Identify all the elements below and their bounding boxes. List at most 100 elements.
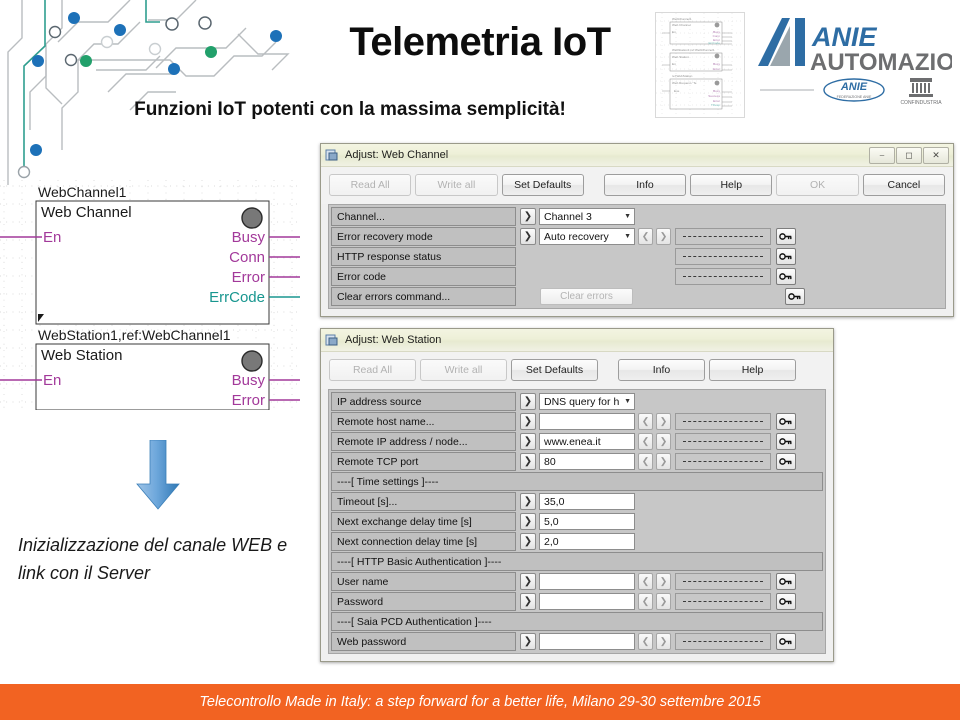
- close-icon[interactable]: ✕: [923, 146, 949, 164]
- param-value-field[interactable]: 80: [539, 453, 635, 470]
- param-value-field[interactable]: [539, 413, 635, 430]
- param-value-field[interactable]: 35,0: [539, 493, 635, 510]
- param-next-button[interactable]: ❯: [656, 433, 671, 450]
- param-label: Clear errors command...: [331, 287, 516, 306]
- key-icon[interactable]: [785, 288, 805, 305]
- param-next-button[interactable]: ❯: [656, 633, 671, 650]
- param-prev-button[interactable]: ❮: [638, 433, 653, 450]
- param-next-button[interactable]: ❯: [656, 573, 671, 590]
- param-prev-button[interactable]: ❮: [638, 593, 653, 610]
- param-value-field[interactable]: [539, 573, 635, 590]
- param-expand-button[interactable]: ❯: [520, 593, 536, 610]
- key-icon[interactable]: [776, 633, 796, 650]
- param-expand-button[interactable]: ❯: [520, 453, 536, 470]
- parameter-row[interactable]: Password ❯ ❮ ❯: [331, 592, 823, 611]
- parameter-row[interactable]: Timeout [s]... ❯ 35,0: [331, 492, 823, 511]
- help-button[interactable]: Help: [709, 359, 796, 381]
- maximize-icon[interactable]: ◻: [896, 146, 922, 164]
- param-select[interactable]: DNS query for h ▼: [539, 393, 635, 410]
- param-value-field[interactable]: 5,0: [539, 513, 635, 530]
- parameter-row[interactable]: IP address source ❯ DNS query for h ▼: [331, 392, 823, 411]
- key-icon[interactable]: [776, 268, 796, 285]
- param-expand-button[interactable]: ❯: [520, 433, 536, 450]
- param-expand-button[interactable]: ❯: [520, 208, 536, 225]
- parameter-row[interactable]: User name ❯ ❮ ❯: [331, 572, 823, 591]
- dialog1-toolbar[interactable]: Read All Write all Set Defaults Info Hel…: [321, 167, 953, 204]
- param-prev-button[interactable]: ❮: [638, 453, 653, 470]
- write-all-button[interactable]: Write all: [420, 359, 507, 381]
- param-label: Error recovery mode: [331, 227, 516, 246]
- svg-text:Busy: Busy: [713, 62, 720, 66]
- param-prev-button[interactable]: ❮: [638, 573, 653, 590]
- param-next-button[interactable]: ❯: [656, 453, 671, 470]
- write-all-button[interactable]: Write all: [415, 174, 498, 196]
- minimize-icon[interactable]: ⎯: [869, 146, 895, 164]
- param-expand-button[interactable]: ❯: [520, 573, 536, 590]
- read-all-button[interactable]: Read All: [329, 174, 412, 196]
- param-expand-button[interactable]: ❯: [520, 533, 536, 550]
- key-icon[interactable]: [776, 453, 796, 470]
- dialog1-titlebar[interactable]: Adjust: Web Channel ⎯ ◻ ✕: [321, 144, 953, 167]
- parameter-row[interactable]: Remote TCP port ❯ 80 ❮ ❯: [331, 452, 823, 471]
- param-label: User name: [331, 572, 516, 591]
- svg-text:Conn: Conn: [229, 249, 265, 266]
- parameter-row[interactable]: Next connection delay time [s] ❯ 2,0: [331, 532, 823, 551]
- param-expand-button[interactable]: ❯: [520, 513, 536, 530]
- ok-button[interactable]: OK: [776, 174, 859, 196]
- parameter-row[interactable]: Next exchange delay time [s] ❯ 5,0: [331, 512, 823, 531]
- dialog-window-icon: [325, 149, 338, 161]
- param-next-button[interactable]: ❯: [656, 228, 671, 245]
- info-button[interactable]: Info: [603, 174, 687, 196]
- param-next-button[interactable]: ❯: [656, 593, 671, 610]
- key-icon[interactable]: [776, 228, 796, 245]
- fbd-diagram: WebChannel1 Web Channel En Busy Conn Err…: [0, 180, 300, 410]
- param-select[interactable]: Auto recovery ▼: [539, 228, 635, 245]
- dialog1-window-buttons[interactable]: ⎯ ◻ ✕: [869, 146, 949, 164]
- set-defaults-button[interactable]: Set Defaults: [501, 174, 584, 196]
- section-label: ----[ HTTP Basic Authentication ]----: [331, 552, 823, 571]
- param-expand-button[interactable]: ❯: [520, 633, 536, 650]
- info-button[interactable]: Info: [618, 359, 705, 381]
- param-label: HTTP response status: [331, 247, 516, 266]
- param-symbol-box: [675, 248, 771, 265]
- cancel-button[interactable]: Cancel: [862, 174, 945, 196]
- param-prev-button[interactable]: ❮: [638, 413, 653, 430]
- parameter-row[interactable]: Channel... ❯ Channel 3 ▼: [331, 207, 943, 226]
- svg-text:AUTOMAZIONE: AUTOMAZIONE: [810, 49, 952, 76]
- parameter-row[interactable]: HTTP response status: [331, 247, 943, 266]
- param-expand-button[interactable]: ❯: [520, 493, 536, 510]
- key-icon[interactable]: [776, 573, 796, 590]
- param-expand-button[interactable]: ❯: [520, 393, 536, 410]
- dialog2-toolbar[interactable]: Read All Write all Set Defaults Info Hel…: [321, 352, 833, 389]
- param-value-field[interactable]: www.enea.it: [539, 433, 635, 450]
- parameter-row[interactable]: Remote IP address / node... ❯ www.enea.i…: [331, 432, 823, 451]
- param-next-button[interactable]: ❯: [656, 413, 671, 430]
- param-select[interactable]: Channel 3 ▼: [539, 208, 635, 225]
- param-label: Next exchange delay time [s]: [331, 512, 516, 531]
- adjust-web-channel-dialog[interactable]: Adjust: Web Channel ⎯ ◻ ✕ Read All Write…: [320, 143, 954, 317]
- param-expand-button[interactable]: ❯: [520, 228, 536, 245]
- param-value-field[interactable]: [539, 633, 635, 650]
- parameter-row[interactable]: Web password ❯ ❮ ❯: [331, 632, 823, 651]
- parameter-row[interactable]: Error recovery mode ❯ Auto recovery ▼ ❮ …: [331, 227, 943, 246]
- key-icon[interactable]: [776, 413, 796, 430]
- param-value-field[interactable]: 2,0: [539, 533, 635, 550]
- param-expand-button[interactable]: ❯: [520, 413, 536, 430]
- adjust-web-station-dialog[interactable]: Adjust: Web Station Read All Write all S…: [320, 328, 834, 662]
- param-prev-button[interactable]: ❮: [638, 633, 653, 650]
- clear-errors-button[interactable]: Clear errors: [540, 288, 633, 305]
- dialog2-titlebar[interactable]: Adjust: Web Station: [321, 329, 833, 352]
- set-defaults-button[interactable]: Set Defaults: [511, 359, 598, 381]
- parameter-row[interactable]: Error code: [331, 267, 943, 286]
- param-prev-button[interactable]: ❮: [638, 228, 653, 245]
- help-button[interactable]: Help: [690, 174, 773, 196]
- down-arrow-icon: [136, 440, 180, 510]
- key-icon[interactable]: [776, 248, 796, 265]
- key-icon[interactable]: [776, 433, 796, 450]
- key-icon[interactable]: [776, 593, 796, 610]
- param-symbol-box: [675, 453, 771, 470]
- read-all-button[interactable]: Read All: [329, 359, 416, 381]
- parameter-row[interactable]: Clear errors command... Clear errors: [331, 287, 943, 306]
- parameter-row[interactable]: Remote host name... ❯ ❮ ❯: [331, 412, 823, 431]
- param-value-field[interactable]: [539, 593, 635, 610]
